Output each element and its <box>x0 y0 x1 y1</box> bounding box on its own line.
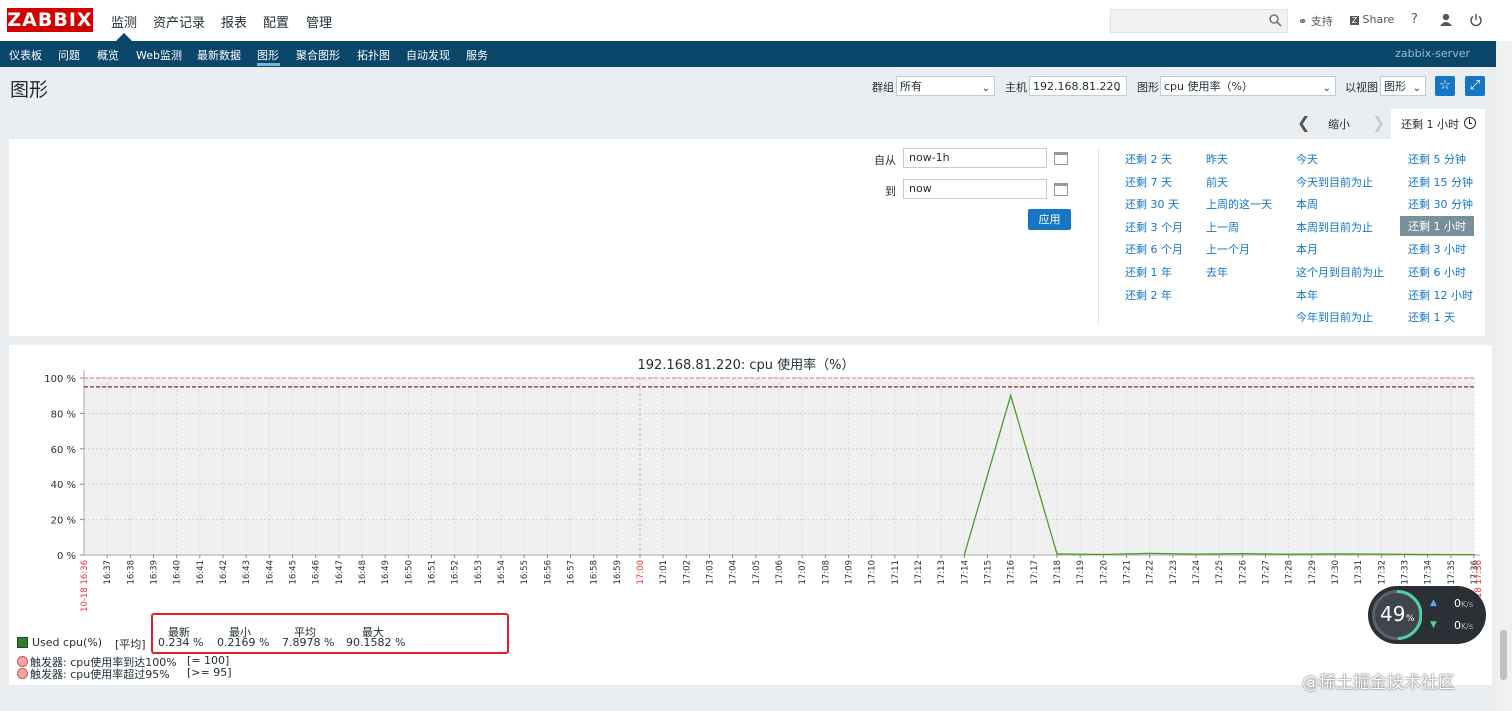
y-tick-label: 0 % <box>57 551 76 562</box>
x-tick-label: 17:01 <box>659 560 669 585</box>
x-tick-label: 16:50 <box>404 560 414 585</box>
y-tick-label: 40 % <box>51 480 76 491</box>
x-tick-label: 17:11 <box>891 560 901 585</box>
x-tick-label: 17:04 <box>729 560 739 585</box>
x-tick-label: 16:48 <box>358 560 368 585</box>
x-tick-label: 17:10 <box>868 560 878 585</box>
data-point <box>1102 553 1105 556</box>
series-color-swatch <box>17 637 28 648</box>
x-start-label: 10-18 16:36 <box>80 560 90 612</box>
scrollbar-thumb[interactable] <box>1500 630 1507 680</box>
x-tick-label: 17:03 <box>706 560 716 585</box>
x-tick-label: 16:57 <box>567 560 577 585</box>
x-tick-label: 17:17 <box>1030 560 1040 585</box>
data-point <box>1148 552 1151 555</box>
upload-speed: 0K/s <box>1454 597 1474 610</box>
x-tick-label: 16:52 <box>451 560 461 585</box>
x-tick-label: 17:30 <box>1331 560 1341 585</box>
x-tick-label: 17:35 <box>1447 560 1457 585</box>
x-tick-label: 16:53 <box>474 560 484 585</box>
x-tick-label: 17:06 <box>775 560 785 585</box>
x-tick-label: 16:39 <box>150 560 160 585</box>
x-tick-label: 16:51 <box>428 560 438 585</box>
x-tick-label: 17:24 <box>1192 560 1202 585</box>
cpu-monitor-widget[interactable]: 49 % ▲ 0K/s ▼ 0K/s <box>1368 586 1486 644</box>
y-tick-label: 80 % <box>51 409 76 420</box>
x-tick-label: 17:20 <box>1099 560 1109 585</box>
cpu-unit: % <box>1406 614 1415 624</box>
x-tick-label: 17:07 <box>798 560 808 585</box>
x-tick-label: 16:46 <box>312 560 322 585</box>
trigger2-condition: [>= 95] <box>187 666 232 679</box>
x-tick-label: 16:49 <box>381 560 391 585</box>
trigger2-name: 触发器: cpu使用率超过95% <box>30 668 170 681</box>
x-tick-label: 16:56 <box>543 560 553 585</box>
x-tick-label: 17:02 <box>682 560 692 585</box>
data-point <box>1287 553 1290 556</box>
x-tick-label: 17:14 <box>960 560 970 585</box>
x-tick-label: 17:12 <box>914 560 924 585</box>
download-arrow-icon: ▼ <box>1430 620 1437 630</box>
x-tick-label: 17:16 <box>1007 560 1017 585</box>
x-tick-label: 17:21 <box>1123 560 1133 585</box>
legend-series-function: [平均] <box>115 638 146 651</box>
x-tick-label: 17:19 <box>1076 560 1086 585</box>
x-tick-label: 16:47 <box>335 560 345 585</box>
x-tick-label: 17:00 <box>636 560 646 585</box>
y-tick-label: 20 % <box>51 516 76 527</box>
x-tick-label: 17:15 <box>984 560 994 585</box>
x-tick-label: 16:42 <box>219 560 229 585</box>
y-tick-label: 100 % <box>44 374 76 385</box>
watermark: @稀土掘金技术社区 <box>1302 673 1455 693</box>
x-tick-label: 17:08 <box>821 560 831 585</box>
data-point <box>1334 553 1336 555</box>
data-point <box>963 554 966 556</box>
x-tick-label: 17:29 <box>1308 560 1318 585</box>
x-tick-label: 16:41 <box>196 560 206 585</box>
y-tick-label: 60 % <box>51 445 76 456</box>
x-tick-label: 16:45 <box>289 560 299 585</box>
trigger-marker-icon <box>17 668 28 679</box>
legend-series-name: Used cpu(%) <box>32 636 103 649</box>
x-tick-label: 17:13 <box>937 560 947 585</box>
x-tick-label: 17:33 <box>1401 560 1411 585</box>
data-point <box>1380 553 1383 555</box>
stats-highlight-box <box>151 613 509 654</box>
cpu-usage-chart[interactable]: 100 % 80 % 60 % 40 % 20 % 0 % 16:37 16:38 16:39 1… <box>0 0 1496 711</box>
x-tick-label: 17:26 <box>1238 560 1248 585</box>
data-point <box>1009 394 1012 397</box>
x-tick-label: 17:32 <box>1377 560 1387 585</box>
data-point <box>1426 553 1429 556</box>
page-scrollbar[interactable] <box>1497 41 1512 711</box>
x-tick-label: 16:59 <box>613 560 623 585</box>
x-tick-label: 17:25 <box>1215 560 1225 585</box>
x-tick-label: 17:22 <box>1146 560 1156 585</box>
x-tick-label: 17:28 <box>1285 560 1295 585</box>
trigger-marker-icon <box>17 656 28 667</box>
x-tick-label: 17:05 <box>752 560 762 585</box>
upload-arrow-icon: ▲ <box>1430 598 1437 608</box>
data-point <box>1195 553 1197 555</box>
x-tick-label: 16:43 <box>242 560 252 585</box>
data-point <box>1056 553 1058 555</box>
data-point <box>1241 552 1244 555</box>
x-tick-label: 17:34 <box>1424 560 1434 585</box>
x-tick-label: 16:55 <box>520 560 530 585</box>
x-tick-label: 17:23 <box>1169 560 1179 585</box>
x-tick-label: 17:27 <box>1262 560 1272 585</box>
x-tick-label: 16:37 <box>103 560 113 585</box>
x-tick-label: 16:54 <box>497 560 507 585</box>
cpu-value: 49 <box>1380 602 1406 626</box>
x-tick-label: 16:44 <box>265 560 275 585</box>
x-tick-label: 17:18 <box>1053 560 1063 585</box>
x-tick-label: 17:09 <box>845 560 855 585</box>
x-tick-label: 16:38 <box>126 560 136 585</box>
data-point <box>1473 553 1475 556</box>
x-tick-label: 17:31 <box>1354 560 1364 585</box>
x-tick-label: 16:40 <box>173 560 183 585</box>
x-tick-label: 16:58 <box>590 560 600 585</box>
download-speed: 0K/s <box>1454 619 1474 632</box>
